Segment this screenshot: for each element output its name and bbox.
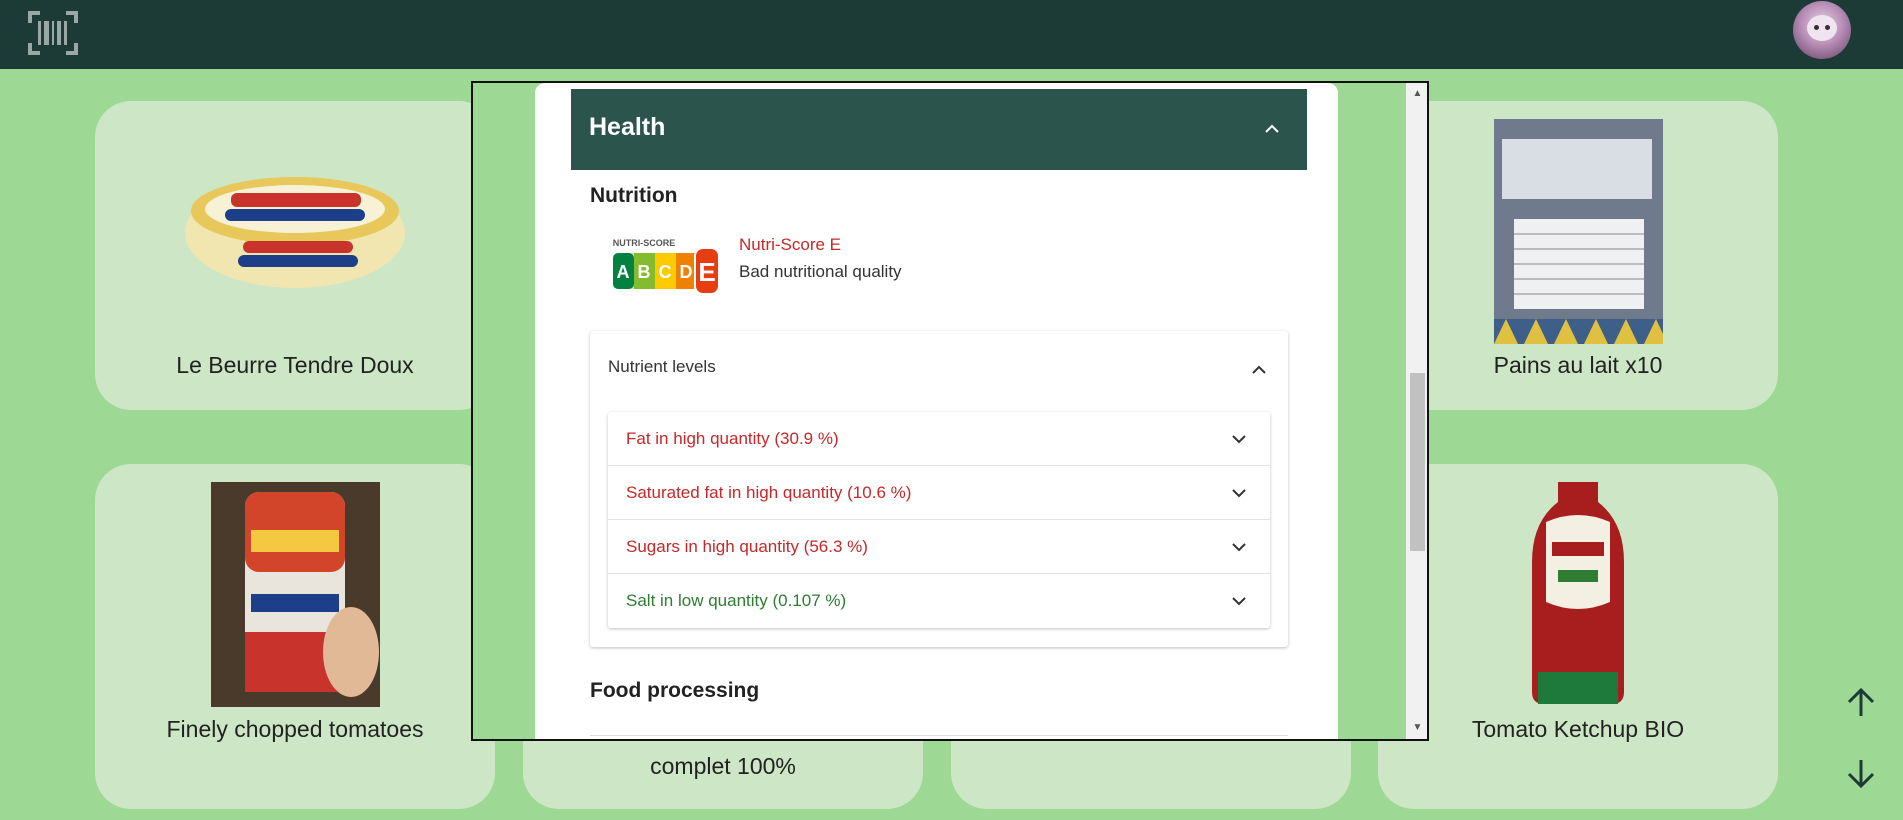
chevron-up-icon[interactable] bbox=[1263, 121, 1281, 135]
nutrient-level-row[interactable]: Fat in high quantity (30.9 %) bbox=[608, 412, 1270, 466]
product-card[interactable]: Tomato Ketchup BIO bbox=[1378, 464, 1778, 809]
product-name: Pains au lait x10 bbox=[1493, 352, 1663, 378]
product-card[interactable]: Le Beurre Tendre Doux bbox=[95, 101, 495, 410]
product-name: complet 100% bbox=[650, 753, 796, 779]
nutrient-level-label: Saturated fat in high quantity (10.6 %) bbox=[626, 483, 912, 502]
scroll-down-arrow-icon[interactable]: ▼ bbox=[1406, 719, 1427, 737]
nutri-score-letter-d: D bbox=[680, 262, 693, 282]
product-image bbox=[211, 482, 380, 707]
product-card[interactable]: Finely chopped tomatoes bbox=[95, 464, 495, 809]
chevron-down-icon[interactable] bbox=[1231, 541, 1247, 553]
nutrition-title: Nutrition bbox=[590, 184, 678, 207]
product-name: Le Beurre Tendre Doux bbox=[176, 352, 414, 378]
product-name: Tomato Ketchup BIO bbox=[1471, 716, 1685, 742]
nutrient-levels-list: Fat in high quantity (30.9 %) Saturated … bbox=[608, 412, 1270, 628]
nutrient-levels-panel: Nutrient levels Fat in high quantity (30… bbox=[590, 331, 1288, 647]
product-image bbox=[1494, 119, 1663, 344]
avatar[interactable] bbox=[1793, 1, 1851, 59]
barcode-scanner-icon[interactable] bbox=[28, 11, 78, 55]
modal-scrollbar[interactable]: ▲ ▼ bbox=[1406, 83, 1427, 739]
nutrient-level-label: Salt in low quantity (0.107 %) bbox=[626, 591, 847, 610]
health-title: Health bbox=[589, 113, 666, 141]
scroll-up-arrow-icon[interactable]: ▲ bbox=[1406, 85, 1427, 103]
nutri-score-letter-b: B bbox=[638, 262, 651, 282]
chevron-up-icon[interactable] bbox=[1251, 363, 1267, 375]
product-detail-modal: Health Nutrition NUTRI-SCORE A B C D E N… bbox=[471, 81, 1429, 741]
divider bbox=[590, 735, 1288, 736]
top-bar bbox=[0, 0, 1903, 69]
avatar-icon bbox=[1807, 15, 1837, 41]
nutrient-level-label: Fat in high quantity (30.9 %) bbox=[626, 429, 839, 448]
product-image bbox=[185, 177, 405, 288]
food-processing-title: Food processing bbox=[590, 679, 760, 702]
product-name: Finely chopped tomatoes bbox=[166, 716, 424, 742]
nutrient-level-row[interactable]: Sugars in high quantity (56.3 %) bbox=[608, 520, 1270, 574]
nutrient-level-label: Sugars in high quantity (56.3 %) bbox=[626, 537, 868, 556]
health-section-header[interactable]: Health bbox=[571, 89, 1307, 170]
nutri-score-subtitle: Bad nutritional quality bbox=[739, 262, 902, 281]
nutri-score-logo: NUTRI-SCORE A B C D E bbox=[613, 238, 720, 295]
arrow-down-icon[interactable] bbox=[1845, 758, 1877, 790]
nutrient-level-row[interactable]: Saturated fat in high quantity (10.6 %) bbox=[608, 466, 1270, 520]
product-card[interactable]: Pains au lait x10 bbox=[1378, 101, 1778, 410]
nutri-score-title: Nutri-Score E bbox=[739, 235, 842, 254]
arrow-up-icon[interactable] bbox=[1845, 686, 1877, 718]
chevron-down-icon[interactable] bbox=[1231, 487, 1247, 499]
chevron-down-icon[interactable] bbox=[1231, 433, 1247, 445]
chevron-down-icon[interactable] bbox=[1231, 595, 1247, 607]
nutrient-levels-title[interactable]: Nutrient levels bbox=[608, 357, 716, 377]
nutri-score-letter-c: C bbox=[659, 262, 672, 282]
nutri-score-letter-e: E bbox=[698, 257, 715, 287]
product-image bbox=[1532, 482, 1624, 704]
avatar-eye-right bbox=[1825, 25, 1830, 30]
nutri-score-letter-a: A bbox=[617, 262, 630, 282]
scroll-thumb[interactable] bbox=[1410, 373, 1425, 551]
nutrient-level-row[interactable]: Salt in low quantity (0.107 %) bbox=[608, 574, 1270, 628]
avatar-eye-left bbox=[1814, 25, 1819, 30]
nutri-score-caption: NUTRI-SCORE bbox=[613, 238, 676, 248]
